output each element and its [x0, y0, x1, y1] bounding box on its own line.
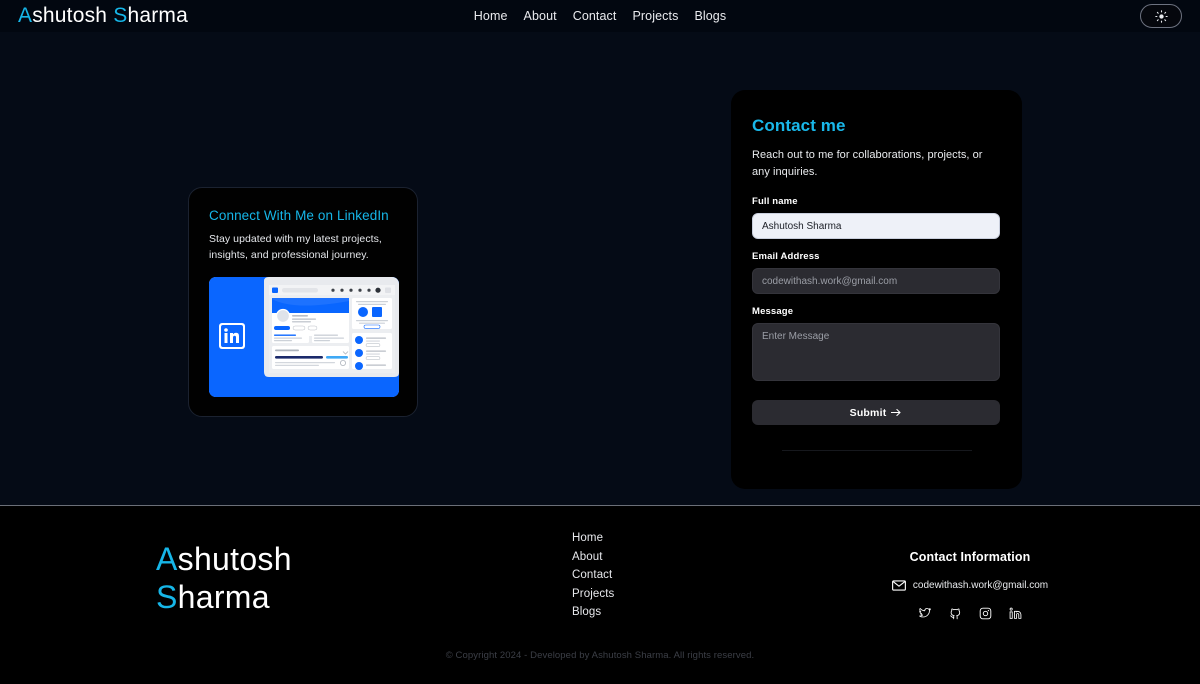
brand-text-2: harma — [127, 4, 188, 27]
footer-logo-accent-s: S — [156, 579, 178, 615]
main-content: Connect With Me on LinkedIn Stay updated… — [0, 32, 1200, 504]
footer-nav-item-home[interactable]: Home — [572, 532, 614, 544]
brand-accent-s: S — [113, 4, 127, 27]
footer-nav: Home About Contact Projects Blogs — [572, 532, 614, 618]
nav-item-home[interactable]: Home — [474, 9, 508, 23]
linkedin-icon — [1009, 607, 1022, 620]
twitter-icon — [918, 607, 932, 620]
message-label: Message — [752, 306, 1001, 317]
contact-information-title: Contact Information — [890, 550, 1050, 564]
contact-form-card: Contact me Reach out to me for collabora… — [731, 90, 1022, 489]
site-header: Ashutosh Sharma Home About Contact Proje… — [0, 0, 1200, 32]
email-address-label: Email Address — [752, 251, 1001, 262]
footer-copyright: © Copyright 2024 - Developed by Ashutosh… — [0, 650, 1200, 661]
nav-item-about[interactable]: About — [524, 9, 557, 23]
brand-accent-a: A — [18, 4, 32, 27]
footer-nav-item-contact[interactable]: Contact — [572, 569, 614, 581]
form-divider — [782, 450, 972, 451]
submit-button[interactable]: Submit — [752, 400, 1000, 425]
footer-logo-text-2: harma — [178, 579, 270, 615]
mail-icon — [892, 580, 906, 591]
footer-nav-item-about[interactable]: About — [572, 551, 614, 563]
contact-form-subtitle: Reach out to me for collaborations, proj… — [752, 147, 1001, 180]
brand-text-1: shutosh — [32, 4, 113, 27]
social-link-linkedin[interactable] — [1009, 607, 1022, 620]
theme-toggle-button[interactable] — [1140, 4, 1182, 28]
social-link-instagram[interactable] — [979, 607, 992, 620]
submit-button-label: Submit — [850, 407, 887, 419]
social-link-twitter[interactable] — [918, 607, 932, 620]
linkedin-card-title: Connect With Me on LinkedIn — [209, 208, 397, 223]
footer-contact-information: Contact Information codewithash.work@gma… — [890, 550, 1050, 620]
footer-nav-item-projects[interactable]: Projects — [572, 588, 614, 600]
contact-email-row[interactable]: codewithash.work@gmail.com — [890, 580, 1050, 591]
linkedin-card-description: Stay updated with my latest projects, in… — [209, 232, 397, 264]
full-name-input[interactable] — [752, 213, 1000, 239]
sun-icon — [1155, 10, 1168, 23]
arrow-right-icon — [891, 408, 902, 417]
contact-form-title: Contact me — [752, 116, 1001, 136]
contact-email-text: codewithash.work@gmail.com — [913, 580, 1048, 591]
footer-logo-accent-a: A — [156, 541, 178, 577]
social-link-github[interactable] — [949, 607, 962, 620]
github-icon — [949, 607, 962, 620]
instagram-icon — [979, 607, 992, 620]
email-address-input[interactable] — [752, 268, 1000, 294]
full-name-label: Full name — [752, 196, 1001, 207]
linkedin-illustration — [209, 277, 399, 397]
portfolio-contact-page: Ashutosh Sharma Home About Contact Proje… — [0, 0, 1200, 684]
brand-logo[interactable]: Ashutosh Sharma — [18, 4, 188, 28]
footer-logo-text-1: shutosh — [178, 541, 292, 577]
footer-nav-item-blogs[interactable]: Blogs — [572, 606, 614, 618]
nav-item-contact[interactable]: Contact — [573, 9, 617, 23]
footer-logo[interactable]: Ashutosh Sharma — [156, 543, 292, 613]
linkedin-illustration-svg — [209, 277, 399, 397]
nav-item-projects[interactable]: Projects — [632, 9, 678, 23]
social-links — [890, 607, 1050, 620]
message-textarea[interactable] — [752, 323, 1000, 381]
nav-item-blogs[interactable]: Blogs — [694, 9, 726, 23]
linkedin-card[interactable]: Connect With Me on LinkedIn Stay updated… — [188, 187, 418, 417]
main-nav: Home About Contact Projects Blogs — [474, 9, 726, 23]
